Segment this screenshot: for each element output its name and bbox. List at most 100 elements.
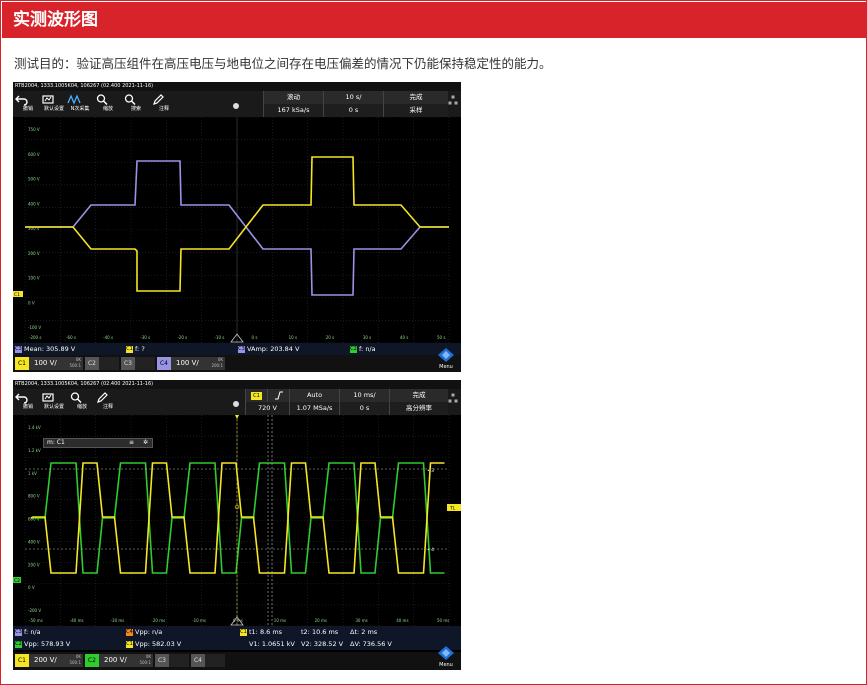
- measurement-mean[interactable]: C3 Mean: 305.89 V: [15, 343, 75, 355]
- cursor-tag-3: • 3: [427, 468, 434, 474]
- x-tick-label: -20 ms: [151, 618, 165, 623]
- knob-icon[interactable]: [233, 103, 239, 109]
- waveform-display[interactable]: 750 V 600 V 500 V 400 V 300 V 200 V 100 V0 V -1…: [13, 117, 461, 343]
- x-tick-label: -40 s: [103, 335, 113, 340]
- n-acquisition-label: N次采集: [70, 106, 90, 112]
- search-button[interactable]: 搜索: [123, 93, 149, 115]
- undo-button[interactable]: 撤销: [15, 93, 41, 115]
- instrument-header: RTB2004, 1333.1005K04, 106267 (02.400 20…: [13, 380, 461, 389]
- y-tick-label: -200 V: [28, 608, 41, 613]
- zoom-button[interactable]: 缩放: [69, 391, 95, 413]
- acquisition-info: 滚动 10 s/ 完成 167 kSa/s 0 s 采样: [263, 91, 448, 117]
- cursor-delta-t: Δt: 2 ms: [350, 628, 378, 636]
- waveform-display[interactable]: 1.4 kV 1.2 kV 1 kV 800 V 600 V 400 V 200 V0 V-…: [13, 415, 461, 626]
- channel-3-setting[interactable]: C3: [121, 357, 155, 370]
- x-tick-label: -20 s: [177, 335, 187, 340]
- trigger-mode[interactable]: Auto: [289, 389, 339, 402]
- x-tick-label: 30 s: [363, 335, 371, 340]
- settings-icon[interactable]: ✲: [143, 439, 148, 447]
- knob-icon[interactable]: [233, 401, 239, 407]
- default-settings-icon: [42, 95, 54, 104]
- channel-bar: C1 100 V/ 0K 500:1 C2 C3 C4 100 V/ 0K 200:1: [13, 355, 461, 372]
- y-tick-label: 0 V: [28, 300, 35, 305]
- x-tick-label: 50 ms: [437, 618, 449, 623]
- horizontal-delay[interactable]: 0 s: [339, 402, 389, 415]
- y-tick-label: 800 V: [28, 494, 40, 499]
- channel-4-setting[interactable]: C4: [191, 654, 225, 667]
- network-icon: [448, 393, 458, 403]
- measurement-vpp-c2[interactable]: C2 Vpp: 578.93 V: [15, 638, 70, 650]
- channel-2-ground-label: C2: [14, 578, 20, 584]
- channel-2-setting[interactable]: C2: [85, 357, 119, 370]
- zoom-icon: [96, 94, 108, 106]
- y-tick-label: 600 V: [28, 152, 40, 157]
- x-tick-label: 40 s: [400, 335, 408, 340]
- channel-1-setting[interactable]: C1 100 V/ 0K 500:1: [15, 357, 83, 370]
- channel-2-setting[interactable]: C2 200 V/ 0K 500:1: [85, 654, 153, 667]
- zoom-icon: [70, 392, 82, 404]
- default-settings-button[interactable]: 默认设置: [41, 93, 67, 115]
- annotation-label: 注释: [158, 106, 169, 112]
- y-tick-label: -100 V: [28, 325, 41, 330]
- menu-icon: [438, 646, 454, 660]
- measurement-frequency[interactable]: C3 f: n/a: [15, 626, 41, 638]
- acq-type[interactable]: 高分辨率: [389, 402, 448, 415]
- annotation-button[interactable]: 注释: [95, 391, 121, 413]
- acq-type[interactable]: 采样: [383, 104, 448, 117]
- trigger-source[interactable]: C1: [245, 389, 267, 402]
- trigger-slope[interactable]: [267, 389, 289, 402]
- channel-3-setting[interactable]: C3: [155, 654, 189, 667]
- y-tick-label: 1.4 kV: [28, 425, 41, 430]
- y-tick-label: 1.2 kV: [28, 448, 41, 453]
- autoset-icon: [67, 94, 81, 105]
- channel-1-setting[interactable]: C1 200 V/ 0K 500:1: [15, 654, 83, 667]
- measurement-frequency-c2[interactable]: C2 f: n/a: [350, 343, 376, 355]
- cursor-source-selector[interactable]: m: C1 ≡ ✲: [43, 438, 153, 448]
- menu-button[interactable]: Menu: [435, 348, 457, 370]
- x-tick-label: 50 s: [437, 335, 445, 340]
- y-tick-label: 100 V: [28, 276, 40, 281]
- zoom-label: 缩放: [76, 404, 87, 410]
- default-settings-label: 默认设置: [43, 106, 64, 112]
- run-status[interactable]: 完成: [389, 389, 448, 402]
- acq-mode[interactable]: 滚动: [263, 91, 323, 104]
- default-settings-button[interactable]: 默认设置: [41, 391, 67, 413]
- timebase[interactable]: 10 ms/: [339, 389, 389, 402]
- undo-button[interactable]: 撤销: [15, 391, 41, 413]
- run-status[interactable]: 完成: [383, 91, 448, 104]
- annotation-button[interactable]: 注释: [151, 93, 177, 115]
- measurement-frequency-c1[interactable]: C1 f: ?: [126, 343, 145, 355]
- pen-icon: [153, 94, 164, 105]
- measurement-vpp-c4[interactable]: C4 Vpp: n/a: [126, 626, 162, 638]
- zoom-button[interactable]: 缩放: [95, 93, 121, 115]
- timebase[interactable]: 10 s/: [323, 91, 383, 104]
- y-tick-label: 1 kV: [28, 471, 37, 476]
- x-tick-label: -10 s: [214, 335, 224, 340]
- undo-label: 撤销: [22, 404, 33, 410]
- annotation-label: 注释: [102, 404, 113, 410]
- horizontal-delay[interactable]: 0 s: [323, 104, 383, 117]
- n-acquisition-button[interactable]: N次采集: [67, 93, 93, 115]
- cursor-t2: t2: 10.6 ms: [301, 628, 339, 636]
- y-tick-label: 750 V: [28, 127, 40, 132]
- zoom-label: 缩放: [102, 106, 113, 112]
- channel-4-setting[interactable]: C4 100 V/ 0K 200:1: [157, 357, 225, 370]
- rising-edge-icon: [274, 391, 283, 399]
- search-icon: [124, 94, 136, 106]
- trigger-level[interactable]: 720 V: [245, 402, 289, 415]
- search-label: 搜索: [130, 106, 141, 112]
- y-tick-label: 400 V: [28, 539, 40, 544]
- x-tick-label: 10 s: [289, 335, 297, 340]
- menu-button[interactable]: Menu: [435, 646, 457, 668]
- trigger-top-marker: [235, 415, 239, 419]
- x-tick-label: -200 s: [29, 335, 41, 340]
- pen-icon: [97, 392, 108, 403]
- measurement-amplitude[interactable]: C3 VAmp: 203.84 V: [238, 343, 299, 355]
- measurement-vpp-c1[interactable]: C1 Vpp: 582.03 V: [126, 638, 181, 650]
- measurement-bar: C3 f: n/a C4 Vpp: n/a C1 t1: 8.6 ms t2: 10.…: [13, 626, 461, 650]
- cursor-t1[interactable]: C1 t1: 8.6 ms: [240, 626, 282, 638]
- cursor-delta-v: ΔV: 736.56 V: [350, 640, 392, 648]
- trigger-level-label: TL: [449, 506, 456, 512]
- x-tick-label: 10 ms: [274, 618, 286, 623]
- undo-label: 撤销: [22, 106, 33, 112]
